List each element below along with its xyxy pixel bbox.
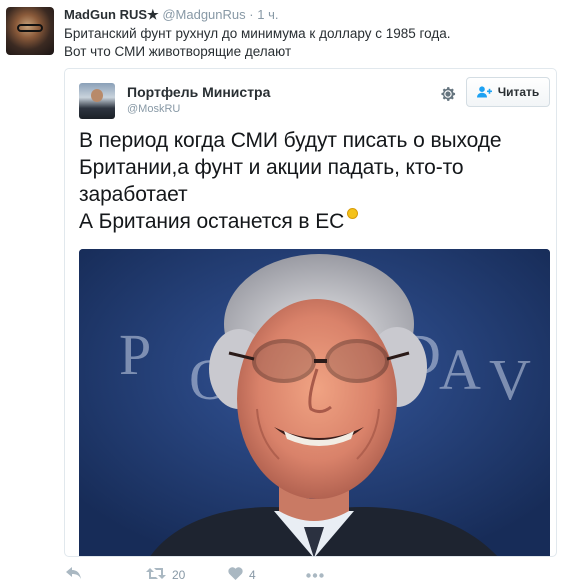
tweet-text-line: Британский фунт рухнул до минимума к дол… xyxy=(64,26,451,41)
backdrop-letter: A xyxy=(439,337,481,402)
backdrop-letter: V xyxy=(489,347,531,412)
author-name[interactable]: MadGun RUS★ xyxy=(64,7,159,22)
quoted-tweet-text: В период когда СМИ будут писать о выходе… xyxy=(79,127,549,235)
tweet-photo[interactable]: P O D A V xyxy=(79,249,550,556)
quoted-text-line: Британии,а фунт и акции падать, кто-то xyxy=(79,156,464,179)
reply-button[interactable] xyxy=(66,567,82,583)
author-handle[interactable]: @MadgunRus xyxy=(162,7,245,22)
quoted-author-name[interactable]: Портфель Министра xyxy=(127,84,270,100)
avatar-glasses xyxy=(17,24,43,32)
tweet-text-line: Вот что СМИ животворящие делают xyxy=(64,44,292,59)
quoted-author-avatar[interactable] xyxy=(79,83,115,119)
quoted-text-line-last: А Британия останется в ЕС xyxy=(79,208,549,235)
separator-dot: · xyxy=(249,7,254,22)
retweet-button[interactable]: 20 xyxy=(146,567,185,583)
quoted-author-handle[interactable]: @MoskRU xyxy=(127,103,180,115)
reply-icon xyxy=(66,567,82,583)
add-user-icon xyxy=(476,86,492,98)
follow-label: Читать xyxy=(497,85,540,99)
emoji-icon xyxy=(347,208,359,219)
like-count: 4 xyxy=(249,568,256,582)
tweet-text: Британский фунт рухнул до минимума к дол… xyxy=(64,25,544,61)
follow-button[interactable]: Читать xyxy=(466,77,550,107)
tweet-header: MadGun RUS★ @MadgunRus · 1 ч. xyxy=(64,6,278,23)
more-icon xyxy=(306,567,324,581)
avatar-head xyxy=(91,89,103,102)
backdrop-letter: P xyxy=(119,322,151,387)
tweet-time[interactable]: 1 ч. xyxy=(257,7,278,22)
like-button[interactable]: 4 xyxy=(228,567,256,583)
retweet-count: 20 xyxy=(172,568,186,582)
gear-icon[interactable] xyxy=(436,82,460,106)
quoted-tweet-card[interactable]: Портфель Министра @MoskRU Читать В перио… xyxy=(64,68,557,557)
more-button[interactable] xyxy=(306,567,324,581)
quoted-text-line: заработает xyxy=(79,183,188,206)
retweet-icon xyxy=(146,567,166,583)
quoted-text-line: В период когда СМИ будут писать о выходе xyxy=(79,129,502,152)
quoted-text-line: А Британия останется в ЕС xyxy=(79,210,345,233)
heart-icon xyxy=(228,567,243,583)
author-avatar[interactable] xyxy=(6,7,54,55)
